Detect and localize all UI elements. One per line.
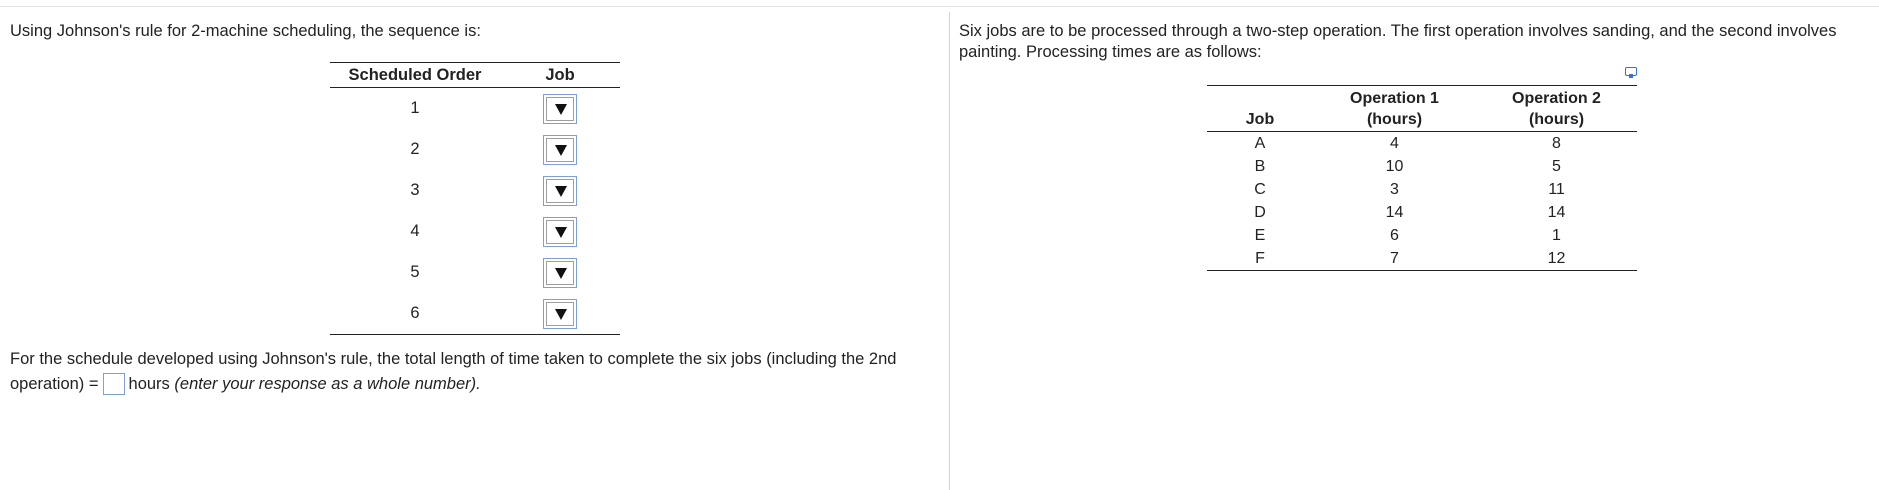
dropdown-arrow-icon bbox=[555, 226, 567, 238]
schedule-row: 4 bbox=[330, 211, 620, 252]
pane-divider bbox=[949, 12, 950, 490]
operation-1-time: 14 bbox=[1385, 204, 1404, 221]
operation-2-time: 8 bbox=[1552, 135, 1561, 152]
job-letter: B bbox=[1254, 158, 1266, 175]
scheduled-order-header: Scheduled Order bbox=[330, 62, 500, 88]
schedule-row: 5 bbox=[330, 252, 620, 293]
total-hours-input[interactable] bbox=[102, 372, 125, 395]
operation-1-time: 10 bbox=[1385, 158, 1404, 175]
order-number: 1 bbox=[410, 99, 420, 117]
schedule-row: 1 bbox=[330, 88, 620, 130]
dropdown-arrow-icon bbox=[555, 185, 567, 197]
job-letter: D bbox=[1254, 204, 1266, 221]
job-row: A 4 8 bbox=[1207, 132, 1637, 156]
job-letter: F bbox=[1207, 247, 1313, 271]
job-letter: C bbox=[1254, 181, 1266, 198]
job-row: D 14 14 bbox=[1207, 201, 1637, 224]
job-row: E 6 1 bbox=[1207, 224, 1637, 247]
schedule-table: Scheduled Order Job 1 2 3 4 5 6 bbox=[330, 62, 620, 335]
total-time-question: For the schedule developed using Johnson… bbox=[10, 347, 940, 397]
expand-table-icon[interactable] bbox=[1625, 67, 1637, 78]
operation-2-time: 14 bbox=[1547, 204, 1566, 221]
order-number: 5 bbox=[410, 263, 420, 281]
schedule-row: 6 bbox=[330, 293, 620, 335]
job-row: C 3 11 bbox=[1207, 178, 1637, 201]
schedule-row: 3 bbox=[330, 170, 620, 211]
job-row: F 7 12 bbox=[1207, 247, 1637, 271]
job-dropdown-6[interactable] bbox=[543, 298, 577, 329]
operation-2-time: 12 bbox=[1476, 247, 1637, 271]
top-rule bbox=[0, 6, 1879, 7]
job-dropdown-2[interactable] bbox=[543, 134, 577, 165]
data-pane: Six jobs are to be processed through a t… bbox=[959, 21, 1859, 271]
job-letter: A bbox=[1254, 135, 1266, 152]
job-dropdown-1[interactable] bbox=[543, 93, 577, 124]
operation-1-header: Operation 1 (hours) bbox=[1313, 85, 1476, 132]
schedule-row: 2 bbox=[330, 129, 620, 170]
hours-unit: hours bbox=[128, 375, 170, 393]
dropdown-arrow-icon bbox=[555, 308, 567, 320]
whole-number-hint: (enter your response as a whole number). bbox=[174, 375, 481, 393]
operation-2-time: 1 bbox=[1552, 227, 1561, 244]
dropdown-arrow-icon bbox=[555, 103, 567, 115]
job-dropdown-3[interactable] bbox=[543, 175, 577, 206]
job-row: B 10 5 bbox=[1207, 155, 1637, 178]
order-number: 3 bbox=[410, 181, 420, 199]
dropdown-arrow-icon bbox=[555, 267, 567, 279]
job-letter: E bbox=[1254, 227, 1266, 244]
schedule-header-row: Scheduled Order Job bbox=[330, 62, 620, 88]
job-dropdown-5[interactable] bbox=[543, 257, 577, 288]
job-column-header: Job bbox=[1207, 85, 1313, 132]
problem-statement: Six jobs are to be processed through a t… bbox=[959, 22, 1837, 61]
order-number: 2 bbox=[410, 140, 420, 158]
operation-2-header: Operation 2 (hours) bbox=[1476, 85, 1637, 132]
processing-times-table: Job Operation 1 (hours) Operation 2 (hours… bbox=[1207, 85, 1637, 271]
question-pane: Using Johnson's rule for 2-machine sched… bbox=[10, 21, 940, 395]
sequence-prompt: Using Johnson's rule for 2-machine sched… bbox=[10, 22, 481, 40]
operation-2-time: 11 bbox=[1548, 181, 1565, 198]
operation-1-time: 3 bbox=[1390, 181, 1399, 198]
order-number: 4 bbox=[410, 222, 420, 240]
order-number: 6 bbox=[330, 293, 500, 335]
operation-1-time: 6 bbox=[1390, 227, 1399, 244]
operation-2-time: 5 bbox=[1552, 158, 1561, 175]
job-dropdown-4[interactable] bbox=[543, 216, 577, 247]
ops-header-row: Job Operation 1 (hours) Operation 2 (hours… bbox=[1207, 85, 1637, 132]
operation-1-time: 4 bbox=[1390, 135, 1399, 152]
operation-1-time: 7 bbox=[1313, 247, 1476, 271]
job-header: Job bbox=[500, 62, 620, 88]
dropdown-arrow-icon bbox=[555, 144, 567, 156]
